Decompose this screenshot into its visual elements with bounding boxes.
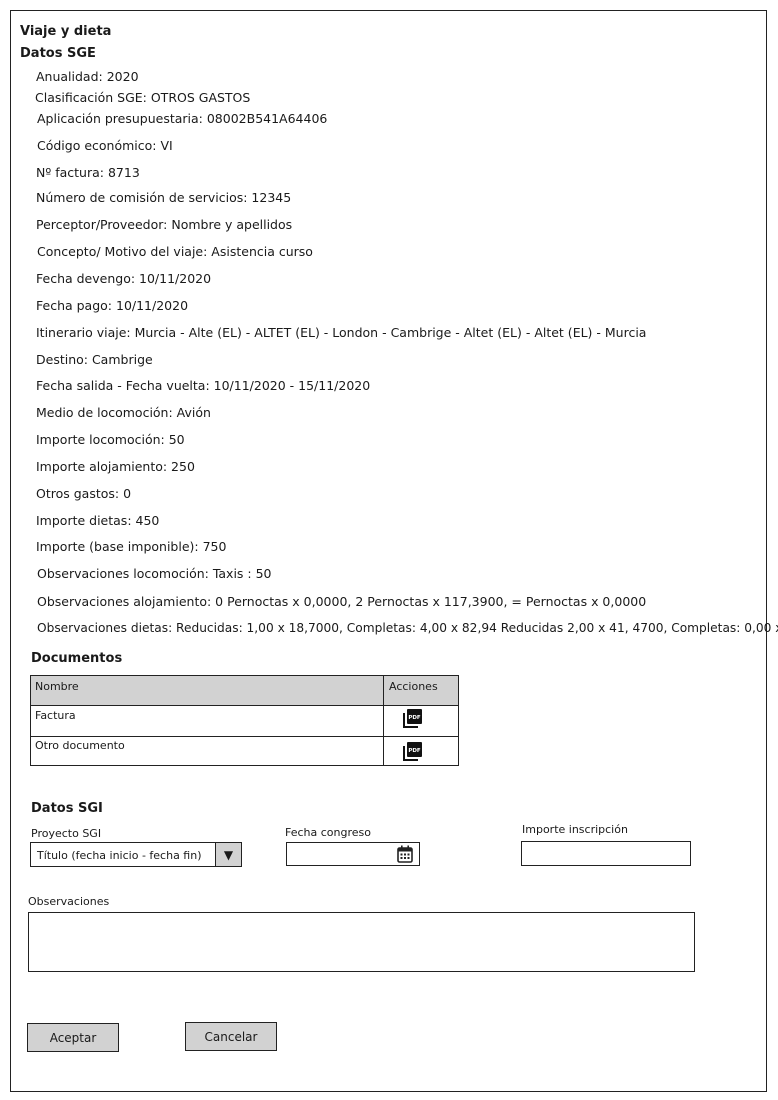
column-header-nombre: Nombre — [35, 680, 79, 693]
observaciones-label: Observaciones — [28, 895, 110, 908]
field-obs-dietas: Observaciones dietas: Reducidas: 1,00 x … — [37, 621, 778, 635]
importe-inscripcion-input[interactable] — [521, 841, 691, 866]
field-factura: Nº factura: 8713 — [36, 165, 140, 180]
row-divider — [31, 736, 458, 737]
documents-heading: Documentos — [31, 651, 123, 666]
field-comision: Número de comisión de servicios: 12345 — [36, 190, 292, 205]
field-anualidad: Anualidad: 2020 — [36, 69, 139, 84]
field-destino: Destino: Cambrige — [36, 352, 153, 367]
sge-heading: Datos SGE — [20, 46, 96, 61]
field-aplicacion: Aplicación presupuestaria: 08002B541A644… — [37, 111, 328, 126]
field-codigo-economico: Código económico: VI — [37, 138, 173, 153]
svg-text:PDF: PDF — [408, 715, 421, 721]
field-obs-locomocion: Observaciones locomoción: Taxis : 50 — [37, 566, 272, 581]
table-row-name: Otro documento — [35, 739, 125, 752]
proyecto-select[interactable]: Título (fecha inicio - fecha fin) ▼ — [30, 842, 242, 867]
chevron-down-icon[interactable]: ▼ — [215, 843, 241, 866]
field-obs-alojamiento: Observaciones alojamiento: 0 Pernoctas x… — [37, 594, 647, 609]
field-itinerario: Itinerario viaje: Murcia - Alte (EL) - A… — [36, 325, 647, 340]
fecha-congreso-input[interactable] — [286, 842, 420, 866]
sgi-heading: Datos SGI — [31, 801, 103, 816]
column-divider — [383, 676, 384, 765]
field-fechas-viaje: Fecha salida - Fecha vuelta: 10/11/2020 … — [36, 378, 371, 393]
table-row-name: Factura — [35, 709, 76, 722]
page-title: Viaje y dieta — [20, 24, 112, 39]
pdf-icon[interactable]: PDF — [403, 741, 423, 761]
fecha-congreso-label: Fecha congreso — [285, 826, 371, 839]
field-clasificacion: Clasificación SGE: OTROS GASTOS — [35, 90, 251, 105]
field-fecha-devengo: Fecha devengo: 10/11/2020 — [36, 271, 212, 286]
field-perceptor: Perceptor/Proveedor: Nombre y apellidos — [36, 217, 293, 232]
importe-inscripcion-label: Importe inscripción — [522, 823, 628, 836]
pdf-icon[interactable]: PDF — [403, 708, 423, 728]
proyecto-label: Proyecto SGI — [31, 827, 102, 840]
field-concepto: Concepto/ Motivo del viaje: Asistencia c… — [37, 244, 313, 259]
svg-text:PDF: PDF — [408, 748, 421, 754]
documents-table: Nombre Acciones Factura PDF Otro documen… — [30, 675, 459, 766]
field-importe-locomocion: Importe locomoción: 50 — [36, 432, 185, 447]
field-importe-dietas: Importe dietas: 450 — [36, 513, 160, 528]
field-base-imponible: Importe (base imponible): 750 — [36, 539, 227, 554]
cancel-button[interactable]: Cancelar — [185, 1022, 277, 1051]
proyecto-selected-value: Título (fecha inicio - fecha fin) — [37, 849, 202, 862]
field-importe-alojamiento: Importe alojamiento: 250 — [36, 459, 195, 474]
accept-button[interactable]: Aceptar — [27, 1023, 119, 1052]
observaciones-textarea[interactable] — [28, 912, 695, 972]
field-otros-gastos: Otros gastos: 0 — [36, 486, 132, 501]
field-fecha-pago: Fecha pago: 10/11/2020 — [36, 298, 189, 313]
calendar-icon[interactable] — [397, 845, 413, 863]
field-medio-locomocion: Medio de locomoción: Avión — [36, 405, 211, 420]
column-header-acciones: Acciones — [389, 680, 438, 693]
